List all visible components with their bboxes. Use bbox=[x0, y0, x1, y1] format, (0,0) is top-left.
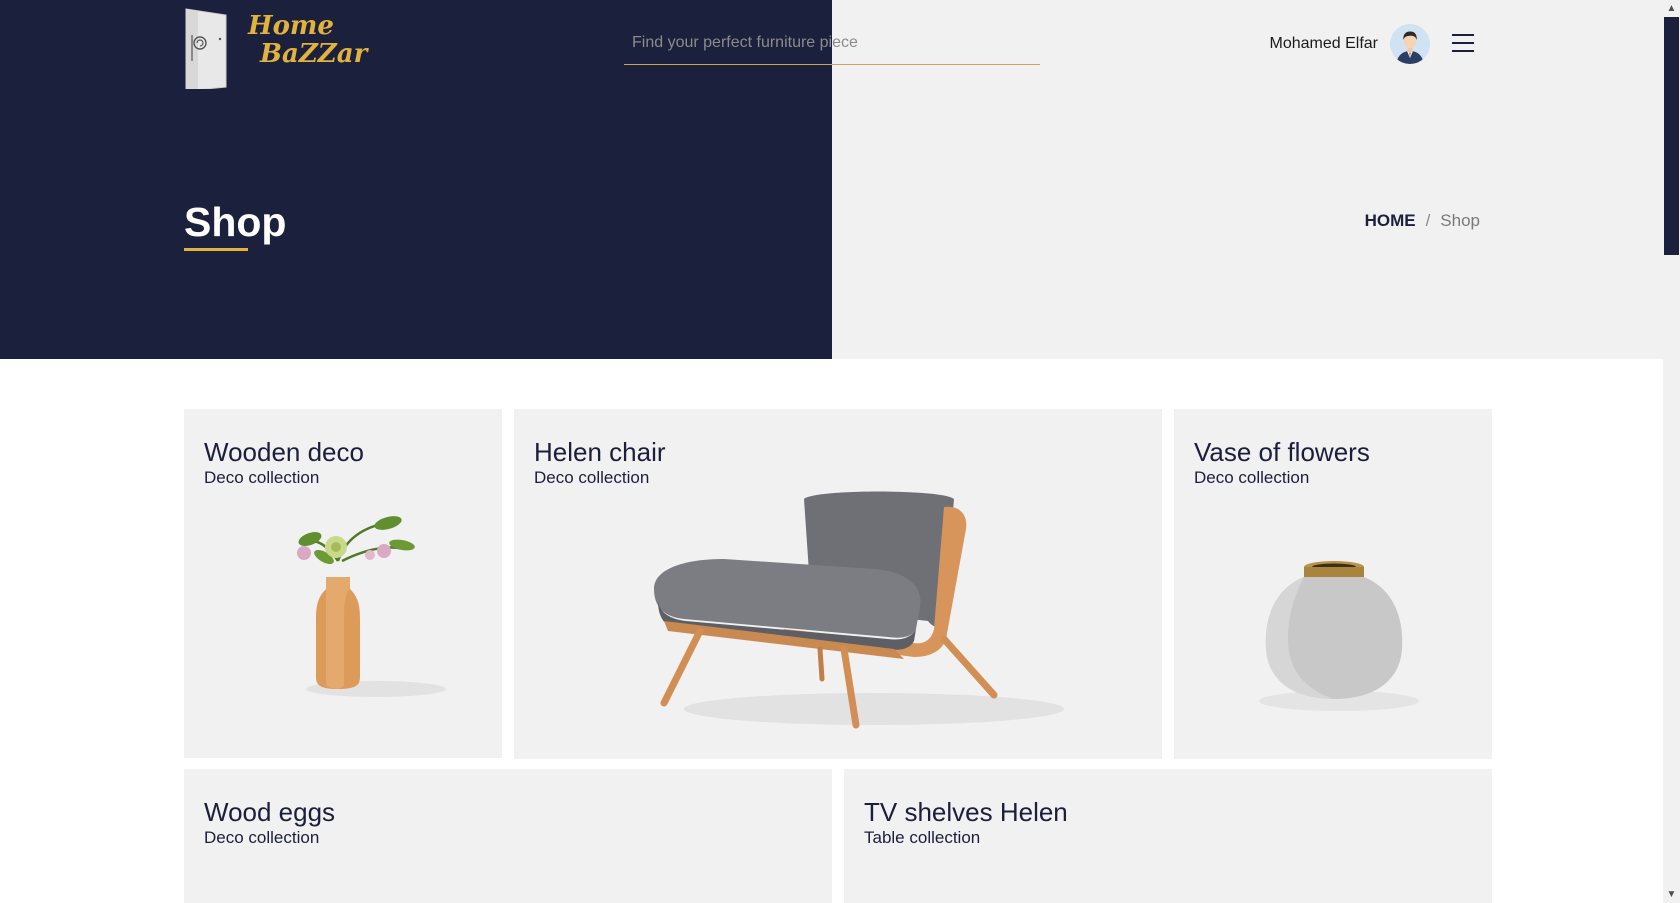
product-collection: Deco collection bbox=[534, 468, 650, 487]
product-collection: Deco collection bbox=[204, 828, 320, 847]
menu-bar bbox=[1452, 50, 1474, 52]
breadcrumb-home-link[interactable]: HOME bbox=[1365, 211, 1416, 231]
search-box bbox=[624, 24, 1040, 65]
lounge-chair-image bbox=[654, 491, 1064, 729]
site-logo[interactable]: Home BaZZar bbox=[184, 3, 367, 91]
product-card-wood-eggs[interactable]: Wood eggs Deco collection bbox=[184, 769, 832, 903]
vase-with-flowers-image bbox=[297, 516, 446, 697]
logo-line-2: BaZZar bbox=[260, 39, 368, 69]
logo-wordmark: Home BaZZar bbox=[230, 13, 367, 67]
scrollbar-thumb[interactable] bbox=[1664, 17, 1679, 255]
hamburger-menu-icon[interactable] bbox=[1452, 34, 1474, 52]
avatar-icon bbox=[1390, 24, 1430, 64]
ceramic-vase-image bbox=[1259, 561, 1419, 711]
user-name: Mohamed Elfar bbox=[1269, 35, 1379, 52]
page-title: Shop bbox=[184, 199, 287, 245]
product-name: TV shelves Helen bbox=[864, 797, 1068, 827]
search-input[interactable] bbox=[624, 24, 1040, 62]
product-name: Vase of flowers bbox=[1194, 437, 1370, 467]
door-logo-icon bbox=[185, 8, 227, 89]
menu-bar bbox=[1452, 34, 1474, 36]
product-name: Wooden deco bbox=[204, 437, 364, 467]
product-name: Wood eggs bbox=[204, 797, 336, 827]
title-underline bbox=[184, 248, 248, 251]
product-collection: Table collection bbox=[864, 828, 981, 847]
user-avatar[interactable] bbox=[1390, 24, 1430, 64]
product-card-tv-shelves-helen[interactable]: TV shelves Helen Table collection bbox=[844, 769, 1492, 903]
product-card-helen-chair[interactable]: Helen chair Deco collection bbox=[514, 409, 1162, 759]
menu-bar bbox=[1452, 42, 1474, 44]
product-name: Helen chair bbox=[534, 437, 666, 467]
product-collection: Deco collection bbox=[204, 468, 320, 487]
page-scrollbar[interactable]: ▲ ▼ bbox=[1663, 0, 1680, 903]
product-card-vase-of-flowers[interactable]: Vase of flowers Deco collection bbox=[1174, 409, 1492, 759]
product-collection: Deco collection bbox=[1194, 468, 1310, 487]
breadcrumb: HOME / Shop bbox=[1365, 211, 1480, 231]
scroll-up-arrow-icon[interactable]: ▲ bbox=[1663, 0, 1680, 17]
scroll-down-arrow-icon[interactable]: ▼ bbox=[1663, 886, 1680, 903]
breadcrumb-current: Shop bbox=[1440, 211, 1480, 230]
logo-line-1: Home bbox=[248, 11, 334, 41]
user-profile[interactable]: Mohamed Elfar bbox=[1269, 24, 1430, 64]
breadcrumb-separator: / bbox=[1425, 211, 1431, 230]
product-card-wooden-deco[interactable]: Wooden deco Deco collection bbox=[184, 409, 502, 758]
